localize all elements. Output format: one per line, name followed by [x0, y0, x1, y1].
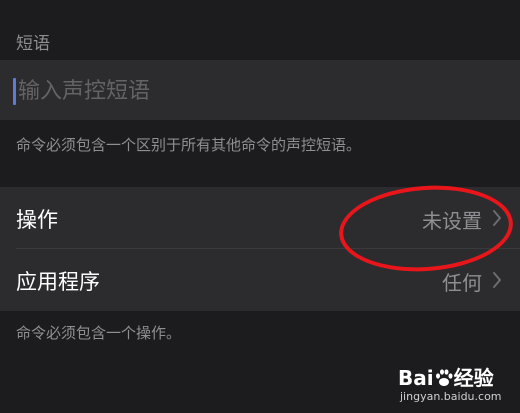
application-row-label: 应用程序	[16, 270, 100, 294]
phrase-footer-note: 命令必须包含一个区别于所有其他命令的声控短语。	[16, 136, 362, 154]
settings-group: 操作 未设置 应用程序 任何	[0, 187, 520, 311]
voice-phrase-input[interactable]	[18, 74, 498, 108]
chevron-right-icon	[493, 210, 501, 226]
application-row-value: 任何	[442, 271, 482, 295]
action-row-label: 操作	[16, 208, 58, 232]
watermark-brand-left: Bai	[398, 366, 434, 390]
watermark-url: jingyan.baidu.com	[400, 390, 502, 403]
watermark-logo: Bai 经验	[398, 362, 494, 391]
baidu-watermark: Bai 经验 jingyan.baidu.com	[398, 362, 516, 410]
phrase-section-header: 短语	[16, 34, 50, 54]
chevron-right-icon	[493, 272, 501, 288]
action-footer-note: 命令必须包含一个操作。	[16, 324, 182, 342]
watermark-brand-right: 经验	[453, 366, 494, 390]
baidu-paw-icon	[435, 369, 453, 386]
action-row[interactable]: 操作 未设置	[0, 187, 520, 248]
application-row[interactable]: 应用程序 任何	[0, 249, 520, 310]
action-row-value: 未设置	[422, 209, 482, 233]
text-caret	[13, 78, 16, 105]
